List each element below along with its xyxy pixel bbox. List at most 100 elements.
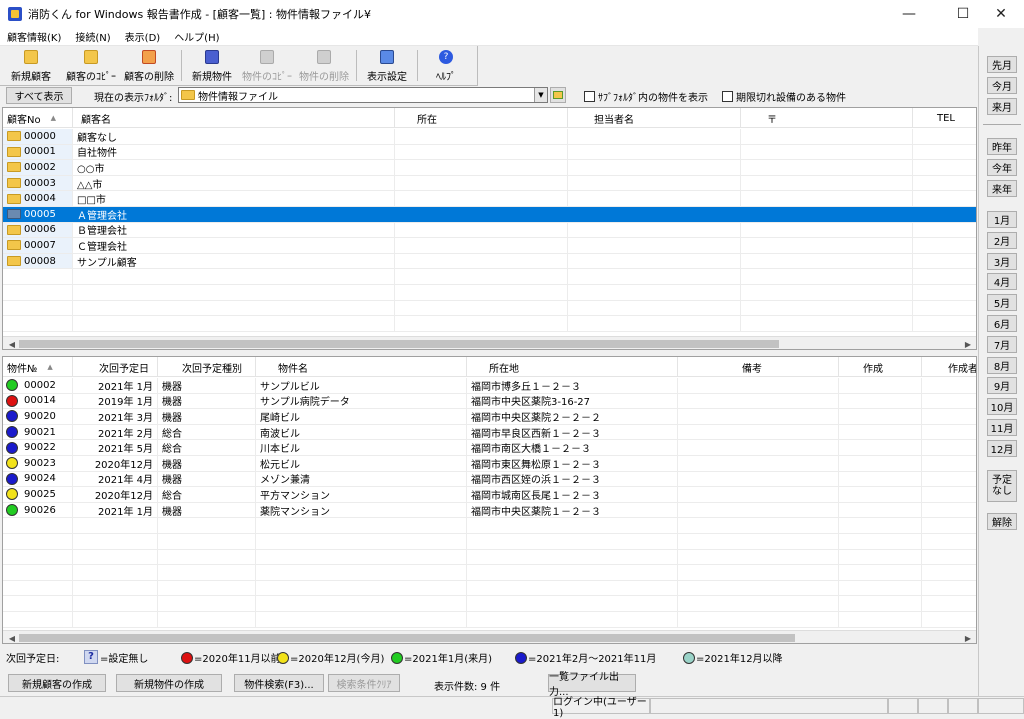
- customer-row[interactable]: 00006 Ｂ管理会社: [3, 222, 976, 239]
- empty-cell: [839, 409, 922, 424]
- property-row[interactable]: 90023 2020年12月 機器 松元ビル 福岡市東区舞松原１－２－３: [3, 456, 976, 472]
- empty-cell: [922, 394, 976, 409]
- show-all-button[interactable]: すべて表示: [6, 87, 72, 104]
- customer-row[interactable]: 00000 顧客なし: [3, 129, 976, 145]
- chevron-down-icon[interactable]: ▼: [534, 88, 547, 102]
- folder-browse-button[interactable]: [550, 87, 566, 103]
- property-row[interactable]: 00002 2021年 1月 機器 サンプルビル 福岡市博多丘１－２－３: [3, 378, 976, 394]
- month-button[interactable]: 11月: [987, 419, 1017, 436]
- new-property-button[interactable]: 新規物件: [185, 46, 239, 86]
- month-button[interactable]: 12月: [987, 439, 1017, 457]
- column-header-address[interactable]: 所在地: [467, 357, 678, 377]
- property-row[interactable]: 90026 2021年 1月 機器 薬院マンション 福岡市中央区薬院１－２－３: [3, 502, 976, 519]
- column-header-postal[interactable]: 〒: [741, 108, 913, 128]
- folder-select[interactable]: 物件情報ファイル ▼: [178, 87, 548, 103]
- customer-row[interactable]: 00005 Ａ管理会社: [3, 207, 976, 223]
- property-search-button[interactable]: 物件検索(F3)...: [234, 674, 324, 692]
- property-row[interactable]: 90022 2021年 5月 総合 川本ビル 福岡市南区大橋１－２－３: [3, 440, 976, 456]
- property-row[interactable]: 90021 2021年 2月 総合 南波ビル 福岡市早良区西新１－２－３: [3, 424, 976, 441]
- relative-month-button[interactable]: 先月: [987, 56, 1017, 73]
- delete-customer-button[interactable]: 顧客の削除: [120, 46, 178, 86]
- subfolder-checkbox[interactable]: ｻﾌﾞﾌｫﾙﾀﾞ内の物件を表示: [584, 89, 708, 104]
- scroll-right-icon[interactable]: ▶: [961, 337, 975, 349]
- customer-row[interactable]: 00001 自社物件: [3, 144, 976, 161]
- scroll-thumb[interactable]: [19, 634, 795, 642]
- customer-list[interactable]: 顧客No ▲ 顧客名 所在 担当者名 〒 TEL 00000 顧客なし 00001 自社…: [2, 107, 977, 350]
- customer-row[interactable]: 00007 Ｃ管理会社: [3, 238, 976, 254]
- help-button[interactable]: ? ﾍﾙﾌﾟ: [421, 46, 471, 86]
- menu-view[interactable]: 表示(D): [118, 29, 168, 44]
- column-header-property-no[interactable]: 物件№ ▲: [3, 357, 73, 377]
- property-row[interactable]: 90025 2020年12月 総合 平方マンション 福岡市城南区長尾１－２－３: [3, 487, 976, 503]
- menu-help[interactable]: ヘルプ(H): [167, 29, 226, 44]
- column-header-next-type[interactable]: 次回予定種別: [158, 357, 256, 377]
- month-button[interactable]: 8月: [987, 356, 1017, 374]
- relative-month-button[interactable]: 来月: [987, 98, 1017, 115]
- property-hscrollbar[interactable]: ◀ ▶: [3, 630, 976, 643]
- close-button[interactable]: ✕: [978, 0, 1024, 28]
- month-button[interactable]: 1月: [987, 211, 1017, 228]
- relative-year-button[interactable]: 来年: [987, 180, 1017, 197]
- month-button[interactable]: 10月: [987, 398, 1017, 416]
- column-header-customer-name[interactable]: 顧客名: [73, 108, 395, 128]
- empty-cell: [3, 549, 73, 565]
- create-property-button[interactable]: 新規物件の作成: [116, 674, 222, 692]
- next-type: 機器: [158, 502, 256, 518]
- clear-search-button[interactable]: 検索条件ｸﾘｱ: [328, 674, 400, 692]
- month-button[interactable]: 2月: [987, 231, 1017, 249]
- menu-customer[interactable]: 顧客情報(K): [0, 29, 68, 44]
- month-button[interactable]: 9月: [987, 377, 1017, 395]
- expired-checkbox-box[interactable]: [722, 91, 733, 102]
- column-header-location[interactable]: 所在: [395, 108, 568, 128]
- property-row[interactable]: 90020 2021年 3月 機器 尾崎ビル 福岡市中央区薬院２－２－２: [3, 409, 976, 425]
- subfolder-checkbox-box[interactable]: [584, 91, 595, 102]
- scroll-right-icon[interactable]: ▶: [961, 631, 975, 643]
- scroll-left-icon[interactable]: ◀: [5, 337, 19, 349]
- release-button[interactable]: 解除: [987, 513, 1017, 530]
- column-header-created[interactable]: 作成: [839, 357, 922, 377]
- customer-row[interactable]: 00003 △△市: [3, 175, 976, 192]
- month-button[interactable]: 7月: [987, 335, 1017, 353]
- relative-year-button[interactable]: 今年: [987, 159, 1017, 176]
- delete-property-button[interactable]: 物件の削除: [295, 46, 353, 86]
- empty-cell: [678, 580, 839, 596]
- column-header-notes[interactable]: 備考: [678, 357, 839, 377]
- column-header-tel[interactable]: TEL: [913, 108, 976, 128]
- no-schedule-button[interactable]: 予定なし: [987, 470, 1017, 502]
- copy-property-button[interactable]: 物件のｺﾋﾟｰ: [239, 46, 295, 86]
- status-dot-icon: [6, 410, 18, 423]
- scroll-left-icon[interactable]: ◀: [5, 631, 19, 643]
- empty-row: [3, 549, 976, 566]
- minimize-button[interactable]: —: [886, 0, 932, 28]
- property-list[interactable]: 物件№ ▲ 次回予定日 次回予定種別 物件名 所在地 備考 作成 作成者 0000…: [2, 356, 977, 644]
- empty-cell: [568, 253, 741, 269]
- column-header-person[interactable]: 担当者名: [568, 108, 741, 128]
- month-button[interactable]: 5月: [987, 294, 1017, 312]
- copy-customer-button[interactable]: 顧客のｺﾋﾟｰ: [62, 46, 120, 86]
- empty-cell: [922, 596, 976, 611]
- scroll-thumb[interactable]: [19, 340, 779, 348]
- column-header-creator[interactable]: 作成者: [922, 357, 976, 377]
- export-list-button[interactable]: 一覧ファイル出力...: [548, 672, 636, 698]
- relative-year-button[interactable]: 昨年: [987, 138, 1017, 155]
- customer-row[interactable]: 00002 ○○市: [3, 160, 976, 176]
- property-row[interactable]: 90024 2021年 4月 機器 メゾン兼清 福岡市西区姪の浜１－２－３: [3, 471, 976, 488]
- menu-connect[interactable]: 接続(N): [68, 29, 117, 44]
- month-button[interactable]: 4月: [987, 273, 1017, 291]
- relative-month-button[interactable]: 今月: [987, 77, 1017, 94]
- month-button[interactable]: 3月: [987, 252, 1017, 270]
- display-settings-button[interactable]: 表示設定: [360, 46, 414, 86]
- month-button[interactable]: 6月: [987, 315, 1017, 332]
- expired-checkbox[interactable]: 期限切れ設備のある物件: [722, 89, 846, 104]
- column-header-customer-no[interactable]: 顧客No ▲: [3, 108, 73, 128]
- column-header-next-date[interactable]: 次回予定日: [73, 357, 158, 377]
- property-row[interactable]: 00014 2019年 1月 機器 サンプル病院データ 福岡市中央区薬院3-16-27: [3, 393, 976, 410]
- customer-row[interactable]: 00008 サンプル顧客: [3, 253, 976, 270]
- customer-hscrollbar[interactable]: ◀ ▶: [3, 336, 976, 349]
- column-header-property-name[interactable]: 物件名: [256, 357, 467, 377]
- create-customer-button[interactable]: 新規顧客の作成: [8, 674, 106, 692]
- new-customer-button[interactable]: 新規顧客: [0, 46, 62, 86]
- empty-cell: [73, 534, 158, 549]
- customer-row[interactable]: 00004 □□市: [3, 191, 976, 207]
- folder-icon: [7, 131, 21, 142]
